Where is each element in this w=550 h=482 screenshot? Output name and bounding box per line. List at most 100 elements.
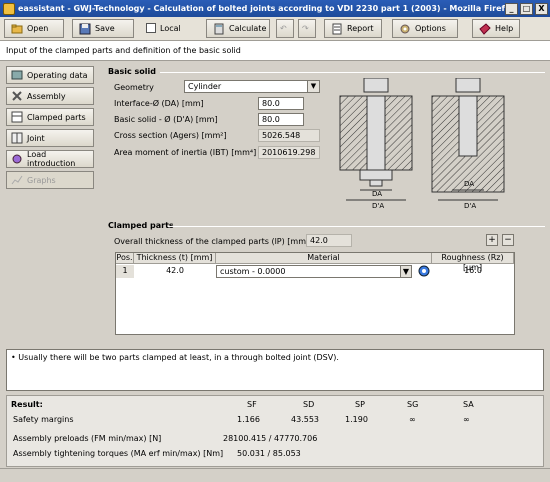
report-icon — [331, 23, 343, 35]
app-icon — [3, 2, 15, 15]
hint-message: • Usually there will be two parts clampe… — [6, 349, 544, 391]
geometry-label: Geometry — [114, 83, 154, 92]
divider — [160, 72, 545, 73]
calculate-label: Calculate — [229, 24, 267, 33]
sidebar-item-load-introduction[interactable]: Load introduction — [6, 150, 94, 168]
column-header-roughness: Roughness (Rz) [µm] — [432, 253, 514, 272]
interface-label: Interface-Ø (DA) [mm] — [114, 99, 204, 108]
material-info-icon[interactable] — [418, 265, 430, 278]
basic-solid-title: Basic solid — [108, 67, 156, 76]
maximize-button[interactable]: □ — [520, 2, 533, 15]
bolt-joint-diagram-2: DA D'A — [431, 78, 505, 210]
report-button[interactable]: Report — [324, 19, 382, 38]
help-icon — [479, 22, 491, 35]
redo-button[interactable]: ↷ — [298, 19, 316, 38]
load-icon — [11, 153, 23, 165]
overall-thickness-label: Overall thickness of the clamped parts (… — [114, 237, 310, 246]
help-label: Help — [495, 24, 514, 33]
wrench-icon — [11, 90, 23, 102]
sidebar-item-label: Assembly — [27, 91, 66, 101]
sidebar-item-graphs[interactable]: Graphs — [6, 171, 94, 189]
da-label-2: DA — [464, 180, 474, 188]
interface-input[interactable]: 80.0 — [258, 97, 304, 110]
redo-icon: ↷ — [302, 24, 309, 33]
sidebar-item-label: Clamped parts — [27, 112, 86, 122]
row-material-select[interactable]: custom - 0.0000 — [216, 265, 412, 278]
header-sa: SA — [463, 400, 474, 409]
local-checkbox-box[interactable] — [146, 23, 156, 33]
save-label: Save — [95, 24, 115, 33]
column-header-thickness: Thickness (t) [mm] — [134, 253, 216, 264]
moment-of-inertia-label: Area moment of inertia (IBT) [mm⁴] — [114, 148, 257, 157]
sidebar-item-label: Graphs — [27, 175, 56, 185]
status-bar — [0, 468, 550, 482]
window-title: eassistant - GWJ-Technology - Calculatio… — [18, 4, 505, 13]
assembly-preloads-label: Assembly preloads (FM min/max) [N] — [13, 434, 162, 443]
chevron-down-icon[interactable]: ▼ — [400, 265, 412, 278]
safety-sd-value: 43.553 — [291, 415, 319, 424]
result-title: Result: — [11, 400, 43, 409]
window-titlebar: eassistant - GWJ-Technology - Calculatio… — [0, 0, 550, 17]
dpa-label-1: D'A — [372, 202, 384, 210]
chevron-down-icon[interactable]: ▼ — [307, 81, 319, 92]
remove-row-icon[interactable]: − — [502, 234, 514, 246]
joint-icon — [11, 132, 23, 144]
undo-icon: ↶ — [280, 24, 287, 33]
close-button[interactable]: X — [535, 2, 548, 15]
da-label-1: DA — [372, 190, 382, 198]
sidebar-item-operating-data[interactable]: Operating data — [6, 66, 94, 84]
save-button[interactable]: Save — [72, 19, 134, 38]
clamped-parts-table: Pos. Thickness (t) [mm] Material Roughne… — [115, 252, 515, 335]
dpa-label-2: D'A — [464, 202, 476, 210]
add-row-icon[interactable]: + — [486, 234, 498, 246]
help-button[interactable]: Help — [472, 19, 520, 38]
tightening-torques-label: Assembly tightening torques (MA erf min/… — [13, 449, 224, 458]
header-sg: SG — [407, 400, 419, 409]
safety-sp-value: 1.190 — [345, 415, 368, 424]
row-material-value: custom - 0.0000 — [220, 267, 286, 276]
header-sd: SD — [303, 400, 315, 409]
options-label: Options — [415, 24, 446, 33]
minimize-button[interactable]: _ — [505, 2, 518, 15]
moment-of-inertia-value: 2010619.298 — [258, 146, 320, 159]
cross-section-label: Cross section (Agers) [mm²] — [114, 131, 227, 140]
basic-solid-diameter-label: Basic solid - Ø (D'A) [mm] — [114, 115, 218, 124]
row-roughness-input[interactable]: 16.0 — [432, 265, 514, 278]
column-header-material: Material — [216, 253, 432, 264]
sidebar-item-joint[interactable]: Joint — [6, 129, 94, 147]
clamped-parts-title: Clamped parts — [108, 221, 174, 230]
sidebar-item-clamped-parts[interactable]: Clamped parts — [6, 108, 94, 126]
clamped-parts-icon — [11, 111, 23, 123]
sidebar-item-label: Joint — [27, 133, 45, 143]
options-button[interactable]: Options — [392, 19, 458, 38]
sidebar-item-assembly[interactable]: Assembly — [6, 87, 94, 105]
header-sp: SP — [355, 400, 365, 409]
row-pos: 1 — [116, 265, 134, 278]
toolbar: Open Save Local Calculate ↶ ↷ Report Opt… — [0, 17, 550, 41]
open-label: Open — [27, 24, 49, 33]
cross-section-value: 5026.548 — [258, 129, 320, 142]
geometry-select[interactable]: Cylinder ▼ — [184, 80, 320, 93]
basic-solid-diameter-input[interactable]: 80.0 — [258, 113, 304, 126]
calculate-button[interactable]: Calculate — [206, 19, 270, 38]
report-label: Report — [347, 24, 374, 33]
undo-button[interactable]: ↶ — [276, 19, 294, 38]
safety-sa-value: ∞ — [463, 415, 470, 424]
safety-sg-value: ∞ — [409, 415, 416, 424]
calculator-icon — [213, 23, 225, 35]
local-checkbox[interactable]: Local — [146, 23, 181, 33]
result-panel: Result: SF SD SP SG SA Safety margins 1.… — [6, 395, 544, 467]
safety-margins-label: Safety margins — [13, 415, 74, 424]
options-icon — [399, 23, 411, 35]
operating-data-icon — [11, 69, 23, 81]
local-label: Local — [160, 23, 181, 33]
row-thickness-input[interactable]: 42.0 — [134, 265, 216, 278]
sidebar-item-label: Load introduction — [27, 150, 76, 168]
safety-sf-value: 1.166 — [237, 415, 260, 424]
open-button[interactable]: Open — [4, 19, 64, 38]
sidebar-item-label: Operating data — [27, 70, 88, 80]
geometry-value: Cylinder — [188, 82, 222, 91]
tightening-torques-value: 50.031 / 85.053 — [237, 449, 301, 458]
header-sf: SF — [247, 400, 257, 409]
graph-icon — [11, 174, 23, 186]
